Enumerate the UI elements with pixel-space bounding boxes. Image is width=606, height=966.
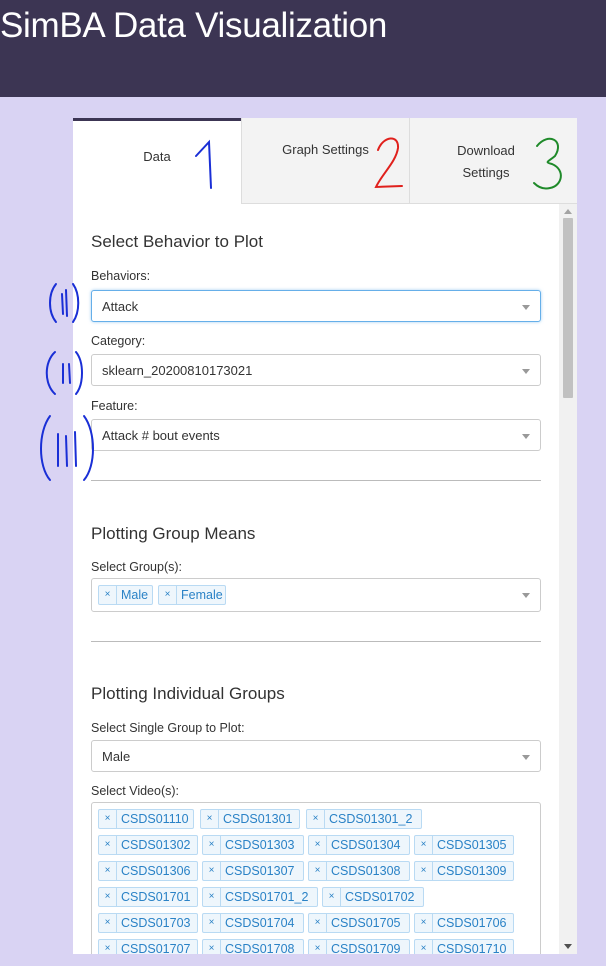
annotation-number-3: [533, 137, 562, 190]
annotation-number-1: [195, 139, 212, 189]
annotation-number-2: [374, 137, 403, 189]
handwritten-annotations: [40, 137, 562, 481]
annotation-roman-ii: [45, 351, 83, 395]
annotation-roman-iii: [40, 415, 94, 481]
annotation-roman-i: [49, 283, 80, 323]
